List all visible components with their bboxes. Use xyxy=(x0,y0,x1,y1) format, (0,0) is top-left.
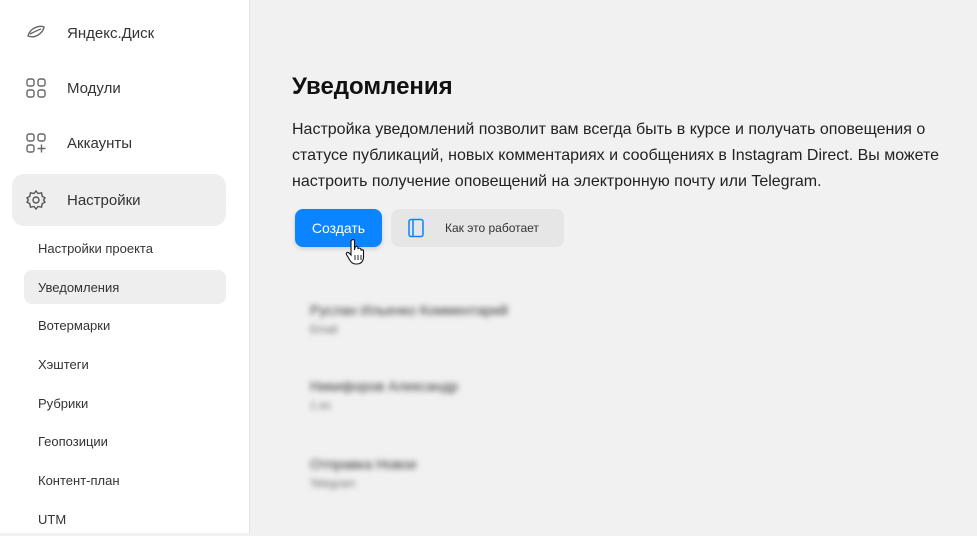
sub-item-label: Вотермарки xyxy=(38,317,111,333)
add-account-icon xyxy=(24,131,48,155)
sub-item-hashtags[interactable]: Хэштеги xyxy=(24,347,226,381)
sub-item-label: Контент-план xyxy=(38,472,120,488)
nav-item-label: Яндекс.Диск xyxy=(67,24,155,42)
list-item-subtitle: Telegram xyxy=(310,478,356,490)
book-icon xyxy=(407,218,427,238)
page-title: Уведомления xyxy=(292,73,453,100)
sub-item-label: Хэштеги xyxy=(38,356,89,372)
nav-item-yandex-disk[interactable]: Яндекс.Диск xyxy=(12,7,226,59)
list-item[interactable]: Руслан Ильенко Комментарий Email xyxy=(310,302,508,336)
list-item[interactable]: Никифоров Александр 1 из xyxy=(310,378,458,412)
main-content: Уведомления Настройка уведомлений позвол… xyxy=(250,0,977,533)
sub-item-notifications[interactable]: Уведомления xyxy=(24,270,226,304)
sub-item-label: UTM xyxy=(38,511,67,527)
nav-item-label: Аккаунты xyxy=(67,134,133,152)
create-button[interactable]: Создать xyxy=(295,209,382,247)
sub-item-watermarks[interactable]: Вотермарки xyxy=(24,308,226,342)
sub-item-project-settings[interactable]: Настройки проекта xyxy=(24,231,226,265)
nav-item-accounts[interactable]: Аккаунты xyxy=(12,117,226,169)
gear-icon xyxy=(24,188,48,212)
sub-item-content-plan[interactable]: Контент-план xyxy=(24,463,226,497)
cloud-disk-icon xyxy=(24,21,48,45)
sub-item-label: Уведомления xyxy=(38,279,120,295)
sub-item-label: Геопозиции xyxy=(38,433,108,449)
sub-item-label: Настройки проекта xyxy=(38,240,153,256)
sidebar: Яндекс.Диск Модули Аккаунты Настройки На… xyxy=(0,0,250,533)
list-item[interactable]: Отправка Новое Telegram xyxy=(310,456,417,490)
nav-item-settings[interactable]: Настройки xyxy=(12,174,226,226)
how-it-works-button[interactable]: Как это работает xyxy=(391,209,564,247)
sub-item-geolocations[interactable]: Геопозиции xyxy=(24,424,226,458)
page-description: Настройка уведомлений позволит вам всегд… xyxy=(292,121,940,190)
list-item-title: Руслан Ильенко Комментарий xyxy=(310,302,508,318)
sub-item-utm[interactable]: UTM xyxy=(24,502,226,536)
sub-item-label: Рубрики xyxy=(38,395,89,411)
nav-item-label: Настройки xyxy=(67,191,141,209)
modules-icon xyxy=(24,76,48,100)
how-it-works-label: Как это работает xyxy=(445,221,539,235)
sub-item-rubrics[interactable]: Рубрики xyxy=(24,386,226,420)
list-item-title: Никифоров Александр xyxy=(310,378,459,394)
list-item-subtitle: Email xyxy=(310,324,338,336)
list-item-title: Отправка Новое xyxy=(310,456,417,472)
nav-item-label: Модули xyxy=(67,79,121,97)
nav-item-modules[interactable]: Модули xyxy=(12,62,226,114)
list-item-subtitle: 1 из xyxy=(310,400,331,412)
